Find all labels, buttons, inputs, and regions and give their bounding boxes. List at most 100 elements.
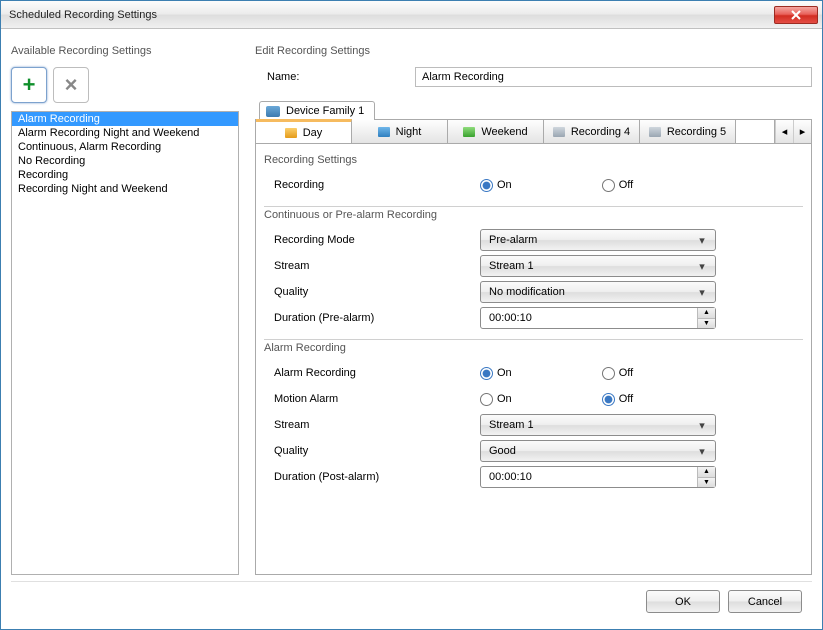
settings-listbox[interactable]: Alarm Recording Alarm Recording Night an…	[11, 111, 239, 575]
cancel-button[interactable]: Cancel	[728, 590, 802, 613]
recording-settings-heading: Recording Settings	[264, 150, 803, 166]
spinner-down[interactable]: ▼	[698, 319, 715, 329]
duration-pre-spinner[interactable]: 00:00:10 ▲ ▼	[480, 307, 716, 329]
stream-dropdown[interactable]: Stream 1 ▾	[480, 255, 716, 277]
mode-label: Recording Mode	[264, 234, 480, 246]
quality-label: Quality	[264, 286, 480, 298]
day-icon	[285, 128, 297, 138]
list-item[interactable]: No Recording	[12, 154, 238, 168]
alarm-rec-radio-group: On Off	[480, 367, 633, 380]
tabs-scroll-right[interactable]: ▸	[793, 120, 811, 143]
x-icon: ×	[65, 74, 78, 96]
name-row: Name:	[255, 67, 812, 87]
chevron-down-icon: ▾	[693, 260, 711, 273]
close-button[interactable]	[774, 6, 818, 24]
chevron-left-icon: ◂	[782, 125, 788, 138]
rec4-icon	[553, 127, 565, 137]
device-tabs: Device Family 1	[255, 101, 812, 120]
tab-day[interactable]: Day	[256, 119, 352, 143]
tab-night[interactable]: Night	[352, 120, 448, 143]
list-item[interactable]: Alarm Recording	[12, 112, 238, 126]
recording-on[interactable]: On	[480, 179, 512, 192]
spinner-down[interactable]: ▼	[698, 478, 715, 488]
stream-label: Stream	[264, 260, 480, 272]
chevron-down-icon: ▾	[693, 286, 711, 299]
chevron-down-icon: ▾	[693, 419, 711, 432]
stream-value: Stream 1	[489, 260, 693, 272]
motion-off[interactable]: Off	[602, 393, 633, 406]
spinner-buttons: ▲ ▼	[697, 467, 715, 487]
list-item[interactable]: Recording	[12, 168, 238, 182]
mode-value: Pre-alarm	[489, 234, 693, 246]
device-icon	[266, 106, 280, 117]
name-input[interactable]	[415, 67, 812, 87]
duration-post-spinner[interactable]: 00:00:10 ▲ ▼	[480, 466, 716, 488]
motion-on[interactable]: On	[480, 393, 512, 406]
delete-button[interactable]: ×	[53, 67, 89, 103]
spinner-up[interactable]: ▲	[698, 308, 715, 319]
client-area: Available Recording Settings + × Alarm R…	[1, 29, 822, 629]
spinner-buttons: ▲ ▼	[697, 308, 715, 328]
alarm-rec-row: Alarm Recording On Off	[264, 360, 803, 386]
night-icon	[378, 127, 390, 137]
mode-dropdown[interactable]: Pre-alarm ▾	[480, 229, 716, 251]
spinner-up[interactable]: ▲	[698, 467, 715, 478]
duration-pre-label: Duration (Pre-alarm)	[264, 312, 480, 324]
duration-post-row: Duration (Post-alarm) 00:00:10 ▲ ▼	[264, 464, 803, 490]
duration-pre-row: Duration (Pre-alarm) 00:00:10 ▲ ▼	[264, 305, 803, 331]
add-button[interactable]: +	[11, 67, 47, 103]
dialog-window: Scheduled Recording Settings Available R…	[0, 0, 823, 630]
left-toolbar: + ×	[11, 67, 239, 103]
rec5-icon	[649, 127, 661, 137]
left-column: Available Recording Settings + × Alarm R…	[11, 37, 239, 575]
alarm-rec-on[interactable]: On	[480, 367, 512, 380]
alarm-stream-row: Stream Stream 1 ▾	[264, 412, 803, 438]
mode-row: Recording Mode Pre-alarm ▾	[264, 227, 803, 253]
quality-value: No modification	[489, 286, 693, 298]
plus-icon: +	[23, 74, 36, 96]
quality-dropdown[interactable]: No modification ▾	[480, 281, 716, 303]
weekend-icon	[463, 127, 475, 137]
alarm-rec-label: Alarm Recording	[264, 367, 480, 379]
tabs-scroll-left[interactable]: ◂	[775, 120, 793, 143]
motion-label: Motion Alarm	[264, 393, 480, 405]
tab-recording-4[interactable]: Recording 4	[544, 120, 640, 143]
quality-row: Quality No modification ▾	[264, 279, 803, 305]
motion-row: Motion Alarm On Off	[264, 386, 803, 412]
tab-weekend[interactable]: Weekend	[448, 120, 544, 143]
alarm-stream-value: Stream 1	[489, 419, 693, 431]
edit-heading: Edit Recording Settings	[255, 45, 812, 57]
close-icon	[791, 10, 801, 20]
duration-pre-value: 00:00:10	[489, 312, 697, 324]
recording-off[interactable]: Off	[602, 179, 633, 192]
alarm-quality-label: Quality	[264, 445, 480, 457]
stream-row: Stream Stream 1 ▾	[264, 253, 803, 279]
motion-radio-group: On Off	[480, 393, 633, 406]
name-label: Name:	[255, 71, 415, 83]
alarm-heading: Alarm Recording	[264, 339, 803, 354]
recording-label: Recording	[264, 179, 480, 191]
device-tab-label: Device Family 1	[286, 105, 364, 117]
dialog-footer: OK Cancel	[11, 581, 812, 621]
list-item[interactable]: Recording Night and Weekend	[12, 182, 238, 196]
window-title: Scheduled Recording Settings	[9, 9, 774, 21]
tab-spacer	[736, 120, 775, 143]
continuous-heading: Continuous or Pre-alarm Recording	[264, 206, 803, 221]
alarm-quality-row: Quality Good ▾	[264, 438, 803, 464]
chevron-right-icon: ▸	[800, 125, 806, 138]
titlebar: Scheduled Recording Settings	[1, 1, 822, 29]
right-column: Edit Recording Settings Name: Device Fam…	[255, 37, 812, 575]
alarm-rec-off[interactable]: Off	[602, 367, 633, 380]
ok-button[interactable]: OK	[646, 590, 720, 613]
recording-row: Recording On Off	[264, 172, 803, 198]
list-item[interactable]: Alarm Recording Night and Weekend	[12, 126, 238, 140]
device-family-tab[interactable]: Device Family 1	[259, 101, 375, 120]
tab-recording-5[interactable]: Recording 5	[640, 120, 736, 143]
alarm-stream-dropdown[interactable]: Stream 1 ▾	[480, 414, 716, 436]
duration-post-value: 00:00:10	[489, 471, 697, 483]
alarm-stream-label: Stream	[264, 419, 480, 431]
list-item[interactable]: Continuous, Alarm Recording	[12, 140, 238, 154]
settings-panel: Recording Settings Recording On Off Cont…	[255, 144, 812, 575]
recording-radio-group: On Off	[480, 179, 633, 192]
alarm-quality-dropdown[interactable]: Good ▾	[480, 440, 716, 462]
